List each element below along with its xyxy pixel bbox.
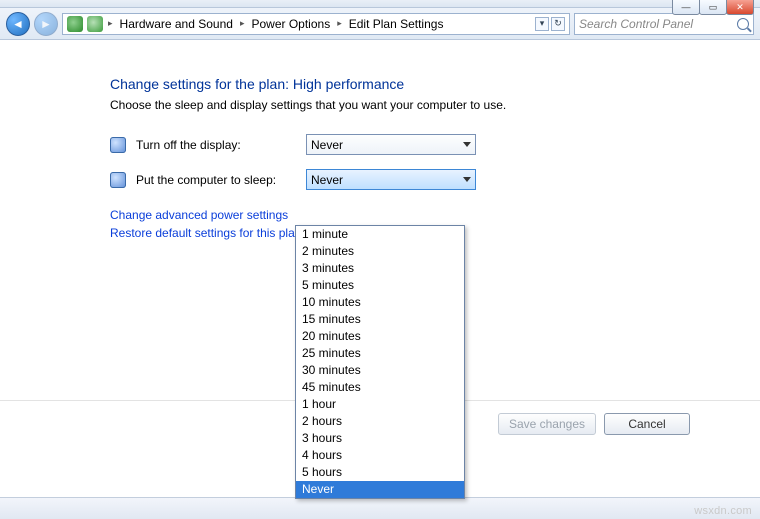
close-button[interactable]: ✕ (726, 0, 754, 15)
breadcrumb[interactable]: Power Options (249, 17, 332, 31)
crumb-sep-icon: ▸ (239, 18, 246, 29)
save-button[interactable]: Save changes (498, 413, 596, 435)
chevron-down-icon (463, 142, 471, 147)
display-timeout-select[interactable]: Never (306, 134, 476, 155)
dropdown-option[interactable]: 5 minutes (296, 277, 464, 294)
forward-icon: ► (40, 17, 52, 31)
cancel-button[interactable]: Cancel (604, 413, 690, 435)
dropdown-option[interactable]: 30 minutes (296, 362, 464, 379)
dropdown-option[interactable]: 45 minutes (296, 379, 464, 396)
forward-button[interactable]: ► (34, 12, 58, 36)
sleep-label: Put the computer to sleep: (136, 173, 296, 187)
control-panel-icon (67, 16, 83, 32)
sleep-timeout-dropdown[interactable]: 1 minute2 minutes3 minutes5 minutes10 mi… (295, 225, 465, 499)
window-controls: — ▭ ✕ (673, 0, 754, 15)
search-input[interactable]: Search Control Panel (574, 13, 754, 35)
category-icon (87, 16, 103, 32)
sleep-icon (110, 172, 126, 188)
refresh-button[interactable]: ↻ (551, 17, 565, 31)
dropdown-option[interactable]: Never (296, 481, 464, 498)
address-bar[interactable]: ▸ Hardware and Sound ▸ Power Options ▸ E… (62, 13, 570, 35)
sleep-timeout-value: Never (311, 173, 343, 187)
dropdown-option[interactable]: 1 minute (296, 226, 464, 243)
dropdown-option[interactable]: 10 minutes (296, 294, 464, 311)
sleep-timeout-select[interactable]: Never (306, 169, 476, 190)
explorer-nav-row: ◄ ► ▸ Hardware and Sound ▸ Power Options… (0, 8, 760, 40)
setting-row-display: Turn off the display: Never (110, 134, 740, 155)
maximize-button[interactable]: ▭ (699, 0, 727, 15)
addr-dropdown-button[interactable]: ▾ (535, 17, 549, 31)
search-icon (737, 18, 749, 30)
status-bar (0, 497, 760, 519)
page-subtitle: Choose the sleep and display settings th… (110, 98, 740, 112)
title-bar: — ▭ ✕ (0, 0, 760, 8)
dropdown-option[interactable]: 2 minutes (296, 243, 464, 260)
display-label: Turn off the display: (136, 138, 296, 152)
display-icon (110, 137, 126, 153)
page-title: Change settings for the plan: High perfo… (110, 76, 740, 92)
dropdown-option[interactable]: 5 hours (296, 464, 464, 481)
watermark: wsxdn.com (694, 505, 752, 517)
back-button[interactable]: ◄ (6, 12, 30, 36)
dropdown-option[interactable]: 25 minutes (296, 345, 464, 362)
chevron-down-icon (463, 177, 471, 182)
display-timeout-value: Never (311, 138, 343, 152)
breadcrumb[interactable]: Hardware and Sound (118, 17, 235, 31)
dropdown-option[interactable]: 1 hour (296, 396, 464, 413)
crumb-sep-icon: ▸ (336, 18, 343, 29)
crumb-sep-icon: ▸ (107, 18, 114, 29)
dropdown-option[interactable]: 3 minutes (296, 260, 464, 277)
dropdown-option[interactable]: 2 hours (296, 413, 464, 430)
dropdown-option[interactable]: 15 minutes (296, 311, 464, 328)
back-icon: ◄ (12, 17, 24, 31)
dropdown-option[interactable]: 4 hours (296, 447, 464, 464)
search-placeholder: Search Control Panel (579, 17, 693, 31)
minimize-button[interactable]: — (672, 0, 700, 15)
dropdown-option[interactable]: 20 minutes (296, 328, 464, 345)
setting-row-sleep: Put the computer to sleep: Never (110, 169, 740, 190)
advanced-settings-link[interactable]: Change advanced power settings (110, 208, 740, 222)
dropdown-option[interactable]: 3 hours (296, 430, 464, 447)
breadcrumb[interactable]: Edit Plan Settings (347, 17, 446, 31)
